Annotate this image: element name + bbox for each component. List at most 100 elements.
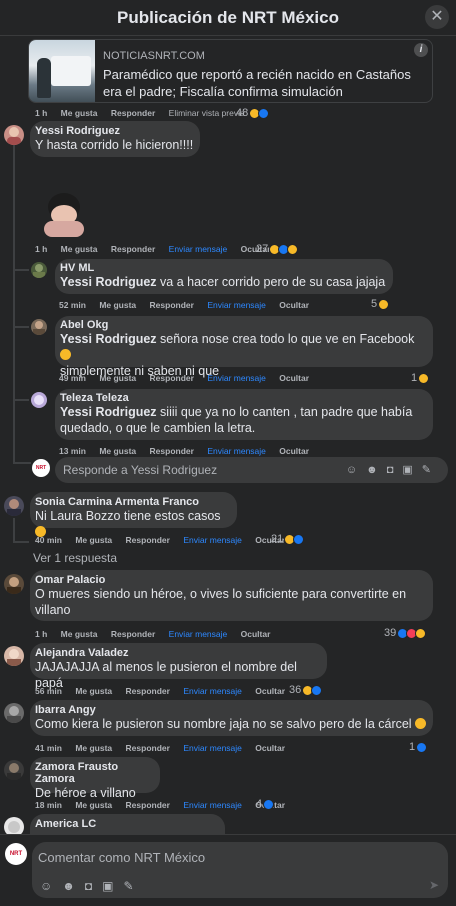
like-button[interactable]: Me gusta	[99, 446, 136, 456]
reply-button[interactable]: Responder	[150, 373, 194, 383]
see-replies-link[interactable]: Ver 1 respuesta	[33, 551, 117, 565]
send-message-button[interactable]: Enviar mensaje	[207, 373, 266, 383]
reaction-summary[interactable]: 1	[409, 740, 428, 754]
avatar[interactable]	[4, 703, 24, 723]
reply-button[interactable]: Responder	[111, 244, 155, 254]
comment-time[interactable]: 13 min	[59, 446, 86, 456]
camera-icon[interactable]: ◘	[387, 464, 403, 476]
mention-link[interactable]: Yessi Rodriguez	[60, 275, 157, 289]
comment-time[interactable]: 1 h	[35, 629, 47, 639]
avatar[interactable]	[31, 262, 47, 278]
commenter-name[interactable]: Yessi Rodriguez	[35, 125, 195, 137]
avatar[interactable]	[31, 392, 47, 408]
send-message-button[interactable]: Enviar mensaje	[183, 743, 242, 753]
post-time[interactable]: 1 h	[35, 108, 47, 118]
send-message-button[interactable]: Enviar mensaje	[183, 535, 242, 545]
comment-time[interactable]: 52 min	[59, 300, 86, 310]
avatar[interactable]	[4, 760, 24, 780]
hide-button[interactable]: Ocultar	[241, 629, 271, 639]
like-button[interactable]: Me gusta	[75, 686, 112, 696]
like-button[interactable]: Me gusta	[75, 743, 112, 753]
gif-icon[interactable]: ▣	[402, 464, 421, 476]
reply-button[interactable]: Responder	[126, 800, 170, 810]
reply-button[interactable]: Responder	[126, 743, 170, 753]
emoji-icon[interactable]: ☻	[366, 464, 387, 476]
send-message-button[interactable]: Enviar mensaje	[169, 244, 228, 254]
comment-time[interactable]: 18 min	[35, 800, 62, 810]
commenter-name[interactable]: Alejandra Valadez	[35, 647, 322, 659]
comments-feed[interactable]: NOTICIASNRT.COM Paramédico que reportó a…	[0, 37, 456, 834]
like-button[interactable]: Me gusta	[61, 629, 98, 639]
commenter-name[interactable]: Sonia Carmina Armenta Franco	[35, 496, 232, 508]
commenter-name[interactable]: Ibarra Angy	[35, 704, 428, 716]
send-message-button[interactable]: Enviar mensaje	[207, 300, 266, 310]
hide-button[interactable]: Ocultar	[255, 686, 285, 696]
commenter-name[interactable]: Omar Palacio	[35, 574, 428, 586]
avatar-sticker-icon[interactable]: ✎	[422, 464, 440, 476]
like-button[interactable]: Me gusta	[99, 300, 136, 310]
mention-link[interactable]: Yessi Rodriguez	[60, 332, 157, 346]
reply-input[interactable]: Responde a Yessi Rodriguez ☺☻◘▣✎	[55, 457, 448, 483]
commenter-name[interactable]: Abel Okg	[60, 319, 428, 331]
like-button[interactable]: Me gusta	[75, 800, 112, 810]
sticker-icon[interactable]: ☺	[346, 464, 366, 476]
reaction-summary[interactable]: 48	[236, 106, 270, 120]
hide-button[interactable]: Ocultar	[279, 300, 309, 310]
comment-input[interactable]: Comentar como NRT México ☺☻◘▣✎ ➤	[32, 842, 448, 898]
reaction-summary[interactable]: 36	[289, 683, 323, 697]
send-message-button[interactable]: Enviar mensaje	[169, 629, 228, 639]
emoji-icon[interactable]: ☻	[62, 879, 85, 893]
reply-button[interactable]: Responder	[150, 300, 194, 310]
reaction-summary[interactable]: 39	[384, 626, 427, 640]
gif-icon[interactable]: ▣	[102, 879, 123, 893]
commenter-name[interactable]: Zamora Frausto Zamora	[35, 761, 155, 785]
comment-time[interactable]: 41 min	[35, 743, 62, 753]
link-thumbnail	[29, 40, 95, 102]
avatar[interactable]	[4, 817, 24, 834]
close-icon[interactable]: ✕	[425, 5, 449, 29]
like-button[interactable]: Me gusta	[61, 244, 98, 254]
send-icon[interactable]: ➤	[429, 878, 439, 892]
avatar[interactable]	[4, 646, 24, 666]
send-message-button[interactable]: Enviar mensaje	[183, 800, 242, 810]
reaction-summary[interactable]: 5	[371, 297, 390, 311]
send-message-button[interactable]: Enviar mensaje	[207, 446, 266, 456]
comment-time[interactable]: 1 h	[35, 244, 47, 254]
link-title[interactable]: Paramédico que reportó a recién nacido e…	[103, 66, 423, 100]
like-button[interactable]: Me gusta	[61, 108, 98, 118]
hide-button[interactable]: Ocultar	[279, 446, 309, 456]
camera-icon[interactable]: ◘	[85, 879, 102, 893]
reaction-summary[interactable]: 1	[411, 371, 430, 385]
nrt-avatar[interactable]: NRT	[5, 843, 27, 865]
avatar[interactable]	[4, 574, 24, 594]
avatar[interactable]	[4, 125, 24, 145]
reaction-summary[interactable]: 27	[256, 242, 299, 256]
info-icon[interactable]: i	[414, 43, 428, 57]
remove-preview-button[interactable]: Eliminar vista previa	[169, 108, 245, 118]
hide-button[interactable]: Ocultar	[279, 373, 309, 383]
mention-link[interactable]: Yessi Rodriguez	[60, 405, 157, 419]
send-message-button[interactable]: Enviar mensaje	[183, 686, 242, 696]
reply-button[interactable]: Responder	[111, 108, 155, 118]
reaction-summary[interactable]: 4	[256, 797, 275, 811]
link-preview-card[interactable]: NOTICIASNRT.COM Paramédico que reportó a…	[28, 39, 433, 103]
reply-button[interactable]: Responder	[126, 535, 170, 545]
reply-button[interactable]: Responder	[126, 686, 170, 696]
avatar-sticker-icon[interactable]: ✎	[124, 879, 144, 893]
reply-button[interactable]: Responder	[111, 629, 155, 639]
reaction-summary[interactable]: 21	[271, 532, 305, 546]
commenter-name[interactable]: America LC	[35, 818, 220, 830]
sticker-icon[interactable]: ☺	[40, 879, 62, 893]
haha-reaction-icon	[418, 372, 430, 384]
commenter-name[interactable]: Teleza Teleza	[60, 392, 428, 404]
hide-button[interactable]: Ocultar	[255, 743, 285, 753]
comment-time[interactable]: 49 min	[59, 373, 86, 383]
like-button[interactable]: Me gusta	[99, 373, 136, 383]
like-button[interactable]: Me gusta	[75, 535, 112, 545]
comment-time[interactable]: 40 min	[35, 535, 62, 545]
avatar[interactable]	[31, 319, 47, 335]
avatar[interactable]	[4, 496, 24, 516]
comment-time[interactable]: 56 min	[35, 686, 62, 696]
commenter-name[interactable]: HV ML	[60, 262, 388, 274]
reply-button[interactable]: Responder	[150, 446, 194, 456]
